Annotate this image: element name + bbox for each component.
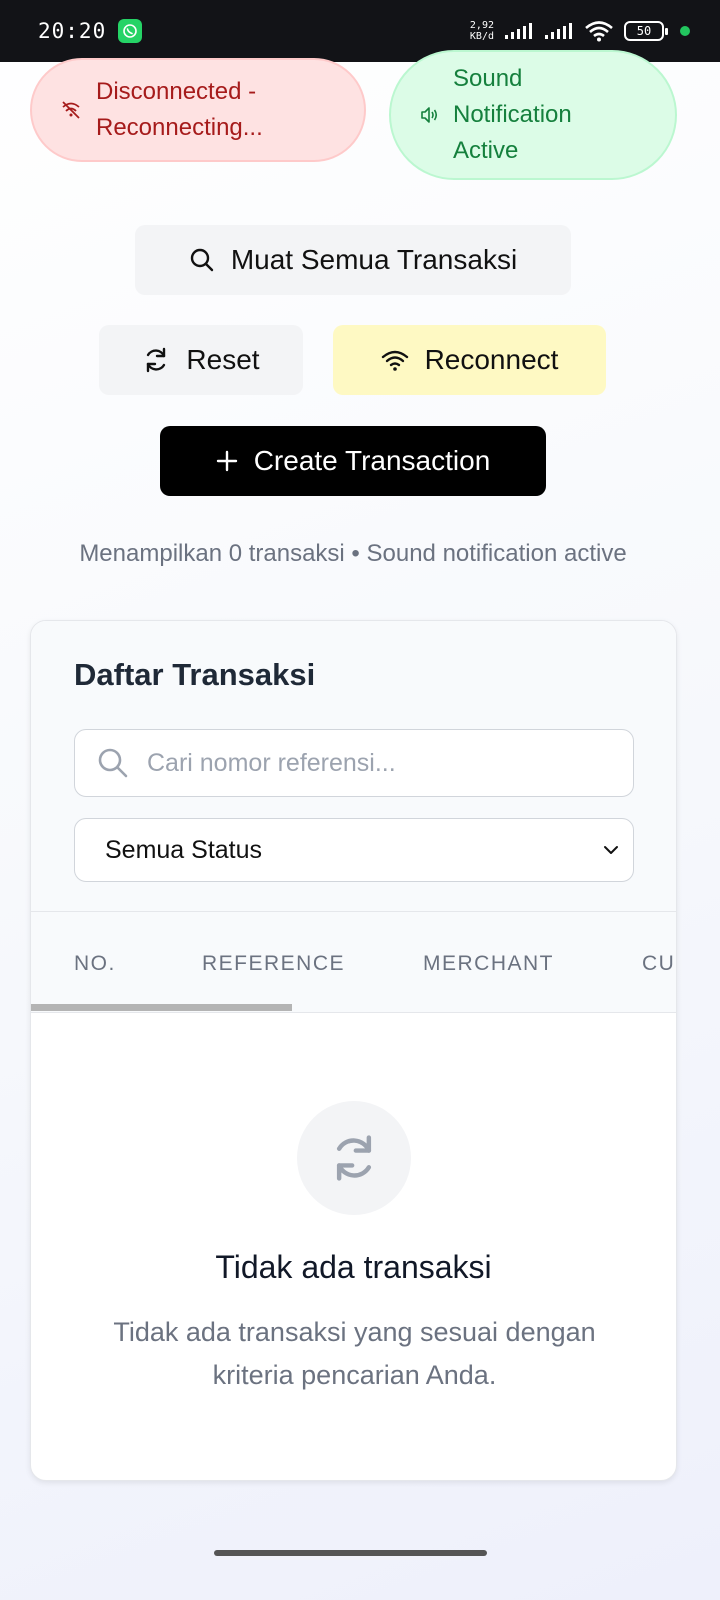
empty-state-title: Tidak ada transaksi bbox=[215, 1249, 492, 1285]
reset-label: Reset bbox=[186, 344, 260, 375]
status-filter-select[interactable]: Semua Status bbox=[74, 818, 634, 882]
reconnect-button[interactable]: Reconnect bbox=[333, 325, 606, 395]
column-header-merchant: MERCHANT bbox=[423, 952, 554, 975]
wifi-icon bbox=[381, 350, 408, 371]
reset-button[interactable]: Reset bbox=[99, 325, 303, 395]
transactions-card: Daftar Transaksi Semua Status NO. REFERE… bbox=[30, 620, 677, 1481]
refresh-icon bbox=[336, 1135, 372, 1181]
connection-status-text: Disconnected - Reconnecting... bbox=[96, 78, 263, 141]
battery-icon: 50 bbox=[624, 21, 668, 41]
create-transaction-label: Create Transaction bbox=[253, 445, 491, 476]
refresh-icon bbox=[147, 347, 166, 373]
chevron-down-icon bbox=[604, 846, 618, 854]
search-icon bbox=[190, 248, 214, 272]
signal-icon bbox=[505, 23, 532, 39]
column-header-customer: CU bbox=[642, 952, 676, 975]
empty-state-icon bbox=[297, 1101, 411, 1215]
load-all-transactions-button[interactable]: Muat Semua Transaksi bbox=[135, 225, 571, 295]
search-field[interactable] bbox=[74, 729, 634, 797]
connection-status-badge: Disconnected - Reconnecting... bbox=[30, 58, 366, 162]
home-indicator[interactable] bbox=[214, 1550, 487, 1556]
card-title: Daftar Transaksi bbox=[74, 657, 316, 692]
wifi-status-icon bbox=[585, 21, 613, 42]
whatsapp-icon bbox=[118, 19, 143, 43]
signal-icon bbox=[545, 23, 572, 39]
table-header[interactable]: NO. REFERENCE MERCHANT CU bbox=[31, 912, 676, 1013]
search-input[interactable] bbox=[147, 748, 587, 778]
empty-state-description: Tidak ada transaksi yang sesuai dengan k… bbox=[113, 1317, 596, 1390]
search-icon bbox=[98, 748, 128, 778]
load-all-label: Muat Semua Transaksi bbox=[230, 244, 518, 275]
sound-status-badge: Sound Notification Active bbox=[389, 50, 677, 180]
wifi-off-icon bbox=[62, 101, 80, 119]
network-speed: 2,92 KB/d bbox=[469, 20, 494, 42]
create-transaction-button[interactable]: Create Transaction bbox=[160, 426, 546, 496]
plus-icon bbox=[216, 450, 237, 472]
status-time: 20:20 bbox=[38, 19, 107, 43]
horizontal-scrollbar[interactable] bbox=[31, 1004, 292, 1011]
sound-status-text: Sound Notification Active bbox=[453, 65, 572, 164]
reconnect-label: Reconnect bbox=[424, 344, 559, 375]
status-filter-value: Semua Status bbox=[105, 835, 263, 864]
speaker-icon bbox=[421, 107, 438, 123]
privacy-indicator bbox=[680, 26, 690, 36]
column-header-no: NO. bbox=[74, 952, 116, 975]
column-header-reference: REFERENCE bbox=[202, 952, 346, 975]
transaction-summary: Menampilkan 0 transaksi • Sound notifica… bbox=[79, 540, 627, 567]
card-header: Daftar Transaksi Semua Status bbox=[31, 621, 676, 912]
